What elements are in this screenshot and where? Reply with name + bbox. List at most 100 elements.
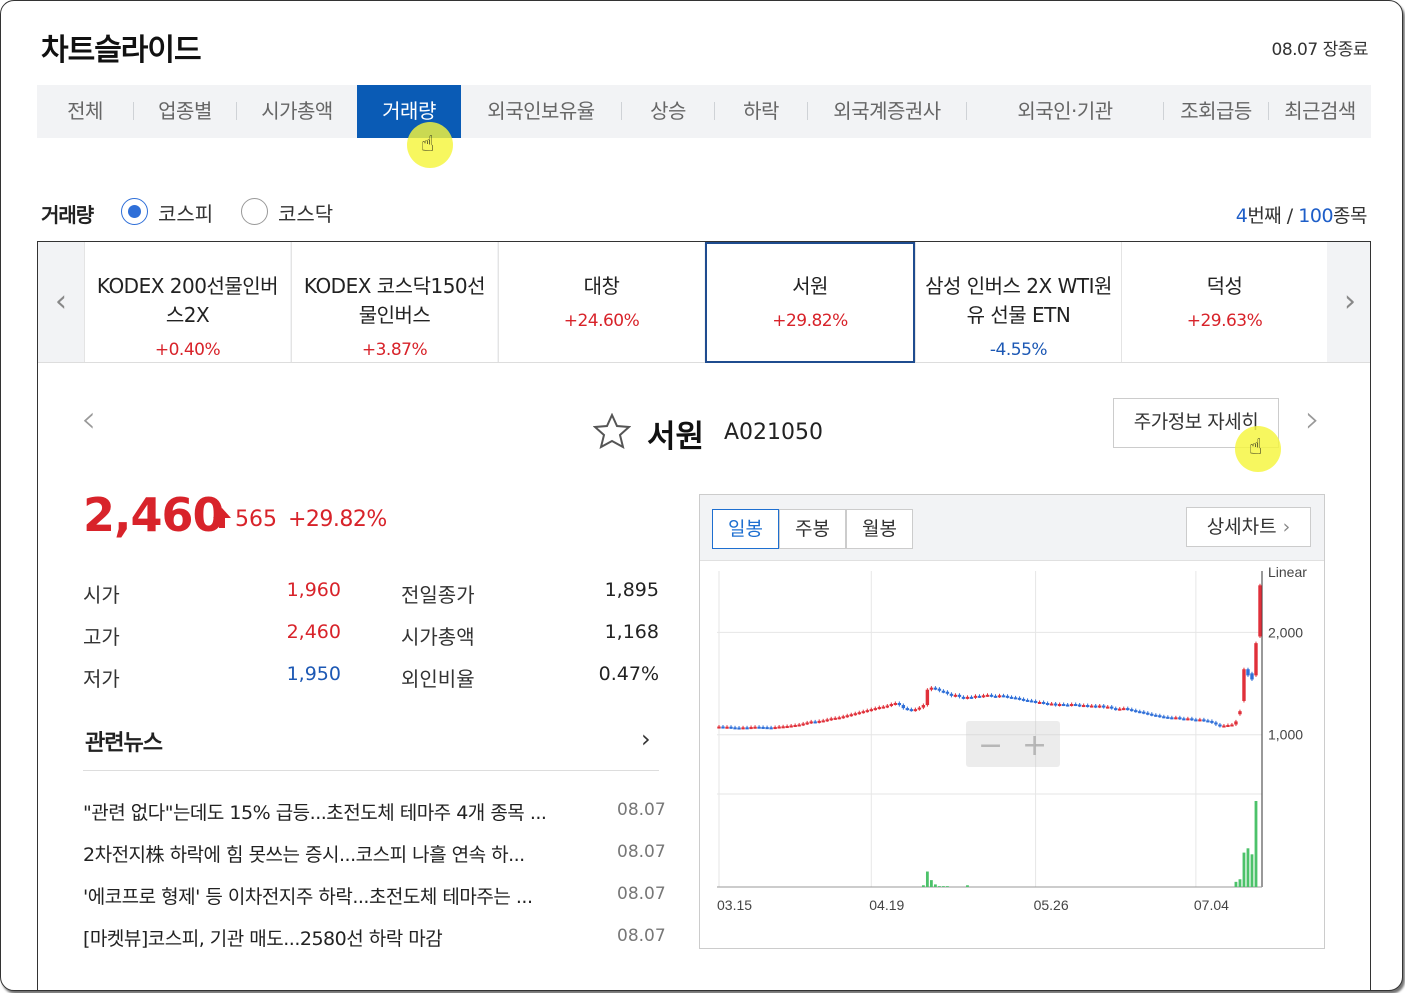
- price-chart-panel: 일봉 주봉 월봉 상세차트 › 03.15 04.19 05.26 07.04 2,00…: [699, 494, 1325, 949]
- candle-body: [937, 688, 942, 691]
- tab-by-industry[interactable]: 업종별: [134, 85, 236, 138]
- candle-body: [913, 709, 918, 712]
- prev-stock-icon[interactable]: ‹: [81, 397, 96, 441]
- candle-body: [753, 726, 757, 729]
- carousel-card[interactable]: 대창 +24.60%: [498, 242, 704, 362]
- carousel-next-icon[interactable]: ›: [1327, 242, 1373, 362]
- candle-body: [957, 694, 962, 697]
- next-stock-icon[interactable]: ›: [1305, 397, 1320, 441]
- rank-current: 4: [1235, 205, 1248, 227]
- candle-body: [1154, 714, 1158, 717]
- card-name: KODEX 코스닥150선물인버스: [303, 274, 486, 327]
- candle-body: [885, 705, 890, 708]
- period-weekly-button[interactable]: 주봉: [779, 509, 846, 549]
- candle-body: [877, 707, 882, 710]
- rank-indicator: 4번째 / 100종목: [1235, 201, 1368, 228]
- candle-body: [1246, 669, 1250, 676]
- x-tick-label: 04.19: [869, 897, 904, 913]
- news-item-title[interactable]: [마켓뷰]코스피, 기관 매도...2580선 하락 마감: [83, 924, 603, 951]
- candle-body: [1194, 719, 1198, 722]
- carousel-card-selected[interactable]: 서원 +29.82%: [705, 242, 915, 363]
- candle-body: [1033, 700, 1038, 703]
- candle-body: [837, 717, 841, 720]
- news-more-icon[interactable]: ›: [641, 725, 651, 753]
- candle-body: [1178, 717, 1182, 720]
- scale-label: Linear: [1268, 564, 1307, 580]
- volume-bar: [921, 885, 925, 887]
- candle-body: [861, 711, 865, 714]
- candle-body: [1065, 704, 1070, 707]
- candle-body: [1102, 705, 1106, 708]
- tab-foreign-ownership[interactable]: 외국인보유율: [461, 85, 621, 138]
- candle-body: [901, 705, 906, 709]
- candle-body: [1250, 673, 1254, 680]
- tab-foreign-institution[interactable]: 외국인·기관: [967, 85, 1163, 138]
- card-change: +29.63%: [1186, 311, 1263, 331]
- x-tick-label: 03.15: [717, 897, 752, 913]
- tab-search-surge[interactable]: 조회급등: [1164, 85, 1268, 138]
- candle-body: [961, 696, 966, 699]
- candle-body: [1242, 669, 1246, 701]
- tab-foreign-brokers[interactable]: 외국계증권사: [808, 85, 966, 138]
- candle-body: [1013, 697, 1018, 700]
- quote-value: 1,168: [604, 621, 659, 643]
- candle-body: [973, 695, 978, 698]
- period-daily-button[interactable]: 일봉: [712, 509, 779, 549]
- tab-all[interactable]: 전체: [37, 85, 133, 138]
- volume-bar: [1238, 879, 1242, 887]
- carousel-card[interactable]: KODEX 200선물인버스2X +0.40%: [84, 242, 290, 362]
- news-item-date: 08.07: [617, 800, 666, 820]
- detail-chart-button[interactable]: 상세차트 ›: [1186, 507, 1311, 547]
- candle-body: [721, 726, 725, 729]
- candle-body: [981, 695, 986, 698]
- candle-body: [1001, 695, 1006, 698]
- news-item-title[interactable]: "관련 없다"는데도 15% 급등...초전도체 테마주 4개 종목 ...: [83, 798, 603, 825]
- x-tick-label: 07.04: [1194, 897, 1229, 913]
- tab-recent-search[interactable]: 최근검색: [1269, 85, 1371, 138]
- carousel-card[interactable]: 삼성 인버스 2X WTI원유 선물 ETN -4.55%: [915, 242, 1121, 362]
- stock-name: 서원: [647, 419, 705, 455]
- carousel-prev-icon[interactable]: ‹: [38, 242, 84, 362]
- tab-falling[interactable]: 하락: [715, 85, 807, 138]
- favorite-star-icon[interactable]: [593, 413, 631, 449]
- news-item-title[interactable]: 2차전지株 하락에 힘 못쓰는 증시...코스피 나흘 연속 하...: [83, 840, 603, 867]
- candle-body: [1097, 705, 1102, 708]
- candle-body: [1162, 716, 1166, 719]
- period-monthly-button[interactable]: 월봉: [846, 509, 913, 549]
- rank-total: 100: [1298, 205, 1334, 227]
- news-item-title[interactable]: '에코프로 형제' 등 이차전지주 하락...초전도체 테마주는 ...: [83, 882, 603, 909]
- carousel-card[interactable]: 덕성 +29.63%: [1121, 242, 1327, 362]
- quote-label: 시가: [83, 583, 120, 607]
- candlestick-chart[interactable]: 03.15 04.19 05.26 07.04 2,000 1,000 Linear − +: [700, 561, 1324, 949]
- candle-body: [1190, 718, 1194, 721]
- radio-kospi[interactable]: [121, 198, 148, 225]
- radio-kosdaq-label[interactable]: 코스닥: [278, 198, 333, 227]
- candle-body: [893, 703, 898, 705]
- volume-bar: [1250, 854, 1254, 887]
- candle-body: [921, 705, 926, 708]
- card-change: +29.82%: [772, 311, 848, 331]
- quote-label: 시가총액: [401, 625, 475, 649]
- candle-body: [1021, 698, 1026, 701]
- candle-body: [829, 718, 833, 721]
- candle-body: [717, 726, 721, 729]
- candle-body: [881, 706, 886, 709]
- tab-market-cap[interactable]: 시가총액: [237, 85, 357, 138]
- radio-kospi-label[interactable]: 코스피: [158, 198, 213, 227]
- candle-body: [1041, 701, 1046, 704]
- candle-body: [1037, 701, 1042, 704]
- tab-rising[interactable]: 상승: [622, 85, 714, 138]
- carousel-card[interactable]: KODEX 코스닥150선물인버스 +3.87%: [291, 242, 497, 362]
- quote-label: 고가: [83, 625, 120, 649]
- candle-body: [1226, 725, 1230, 727]
- candle-body: [1081, 705, 1086, 708]
- news-item-date: 08.07: [617, 842, 666, 862]
- candle-body: [977, 695, 982, 698]
- radio-kosdaq[interactable]: [241, 198, 268, 225]
- quote-value: 1,895: [604, 579, 659, 601]
- detail-chart-label: 상세차트: [1206, 516, 1277, 538]
- candle-body: [1049, 703, 1054, 706]
- candle-body: [853, 713, 857, 716]
- candle-body: [1222, 725, 1226, 728]
- candle-body: [841, 716, 845, 719]
